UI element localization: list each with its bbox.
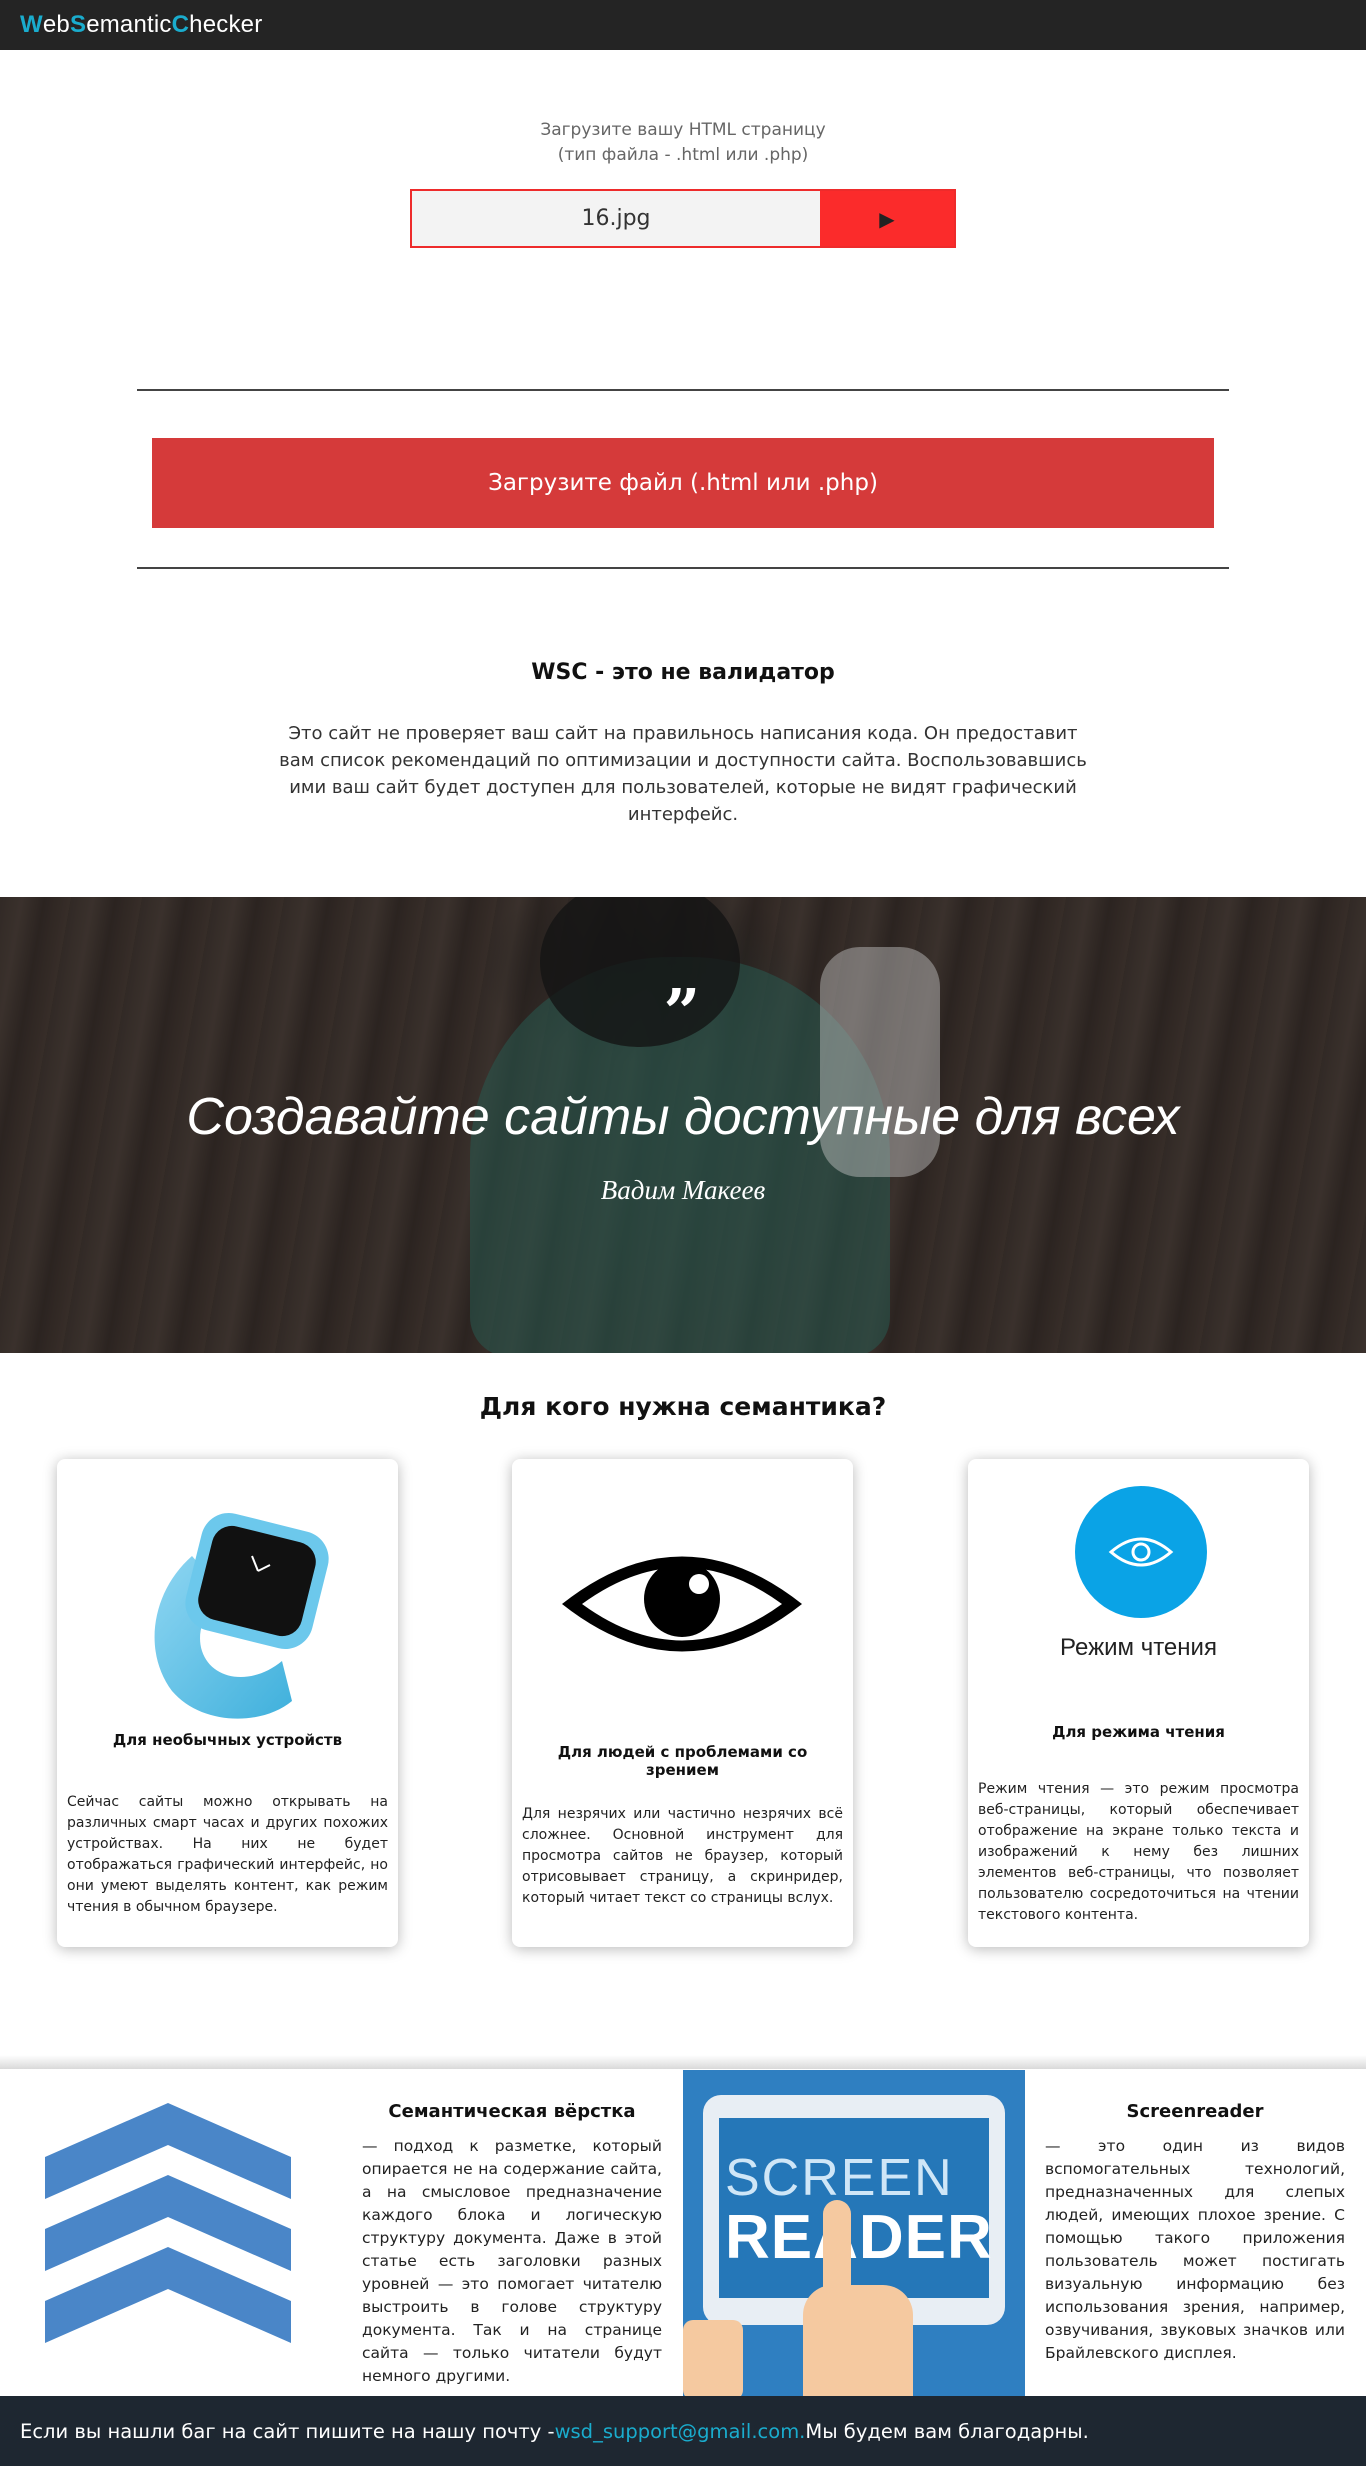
card-vision-title: Для людей с проблемами со зрением (557, 1743, 808, 1779)
logo-text-hecker: hecker (189, 11, 263, 38)
left-hand (683, 2320, 743, 2396)
reading-mode-eye-icon (1075, 1486, 1207, 1618)
quote-mark-icon: „ (664, 939, 702, 1014)
site-logo[interactable]: WebSemanticChecker (20, 10, 262, 40)
upload-hint: Загрузите вашу HTML страницу (тип файла … (0, 118, 1366, 168)
chevrons-icon (45, 2103, 291, 2343)
logo-text-emantic: emantic (86, 11, 172, 38)
quote-banner: „ Создавайте сайты доступные для всех Ва… (0, 897, 1366, 1353)
upload-hint-line2: (тип файла - .html или .php) (557, 145, 809, 165)
card-devices-text: Сейчас сайты можно открывать на различны… (67, 1794, 388, 1915)
screenreader-title: Screenreader (1126, 2101, 1264, 2122)
card-reading-mode-text: Режим чтения — это режим просмотра веб-с… (978, 1781, 1299, 1923)
file-upload-form: 16.jpg ▶ (410, 189, 956, 248)
logo-letter-c: C (171, 11, 190, 38)
footer-email-link[interactable]: wsd_support@gmail.com. (555, 2420, 806, 2443)
card-reading-mode: Режим чтения Для режима чтения Режим чте… (968, 1459, 1309, 1947)
reader-word: READER (725, 2203, 993, 2272)
card-devices: Для необычных устройств Сейчас сайты мож… (57, 1459, 398, 1947)
card-reading-mode-title: Для режима чтения (1052, 1723, 1225, 1741)
site-header: WebSemanticChecker (0, 0, 1366, 50)
who-title: Для кого нужна семантика? (479, 1392, 887, 1421)
screenreader-text: — это один из видов вспомогательных техн… (1045, 2137, 1345, 2362)
card-vision: Для людей с проблемами со зрением Для не… (512, 1459, 853, 1947)
card-vision-text: Для незрячих или частично незрячих всё с… (522, 1806, 843, 1906)
divider-bottom (137, 567, 1229, 569)
logo-text-eb: eb (42, 11, 70, 38)
footer-text-after: Мы будем вам благодарны. (805, 2419, 1089, 2443)
semantic-title: Семантическая вёрстка (388, 2101, 636, 2122)
reading-mode-image-label: Режим чтения (1060, 1634, 1217, 1661)
hand-icon (803, 2285, 913, 2396)
smartwatch-icon (154, 1512, 329, 1719)
upload-hint-line1: Загрузите вашу HTML страницу (540, 120, 826, 140)
semantic-text: — подход к разметке, который опирается н… (362, 2137, 662, 2385)
wsc-title: WSC - это не валидатор (531, 660, 835, 685)
footer-text-before: Если вы нашли баг на сайт пишите на нашу… (20, 2419, 555, 2443)
screen-word: SCREEN (725, 2149, 954, 2207)
logo-letter-w: W (20, 11, 43, 38)
divider-top (137, 389, 1229, 391)
site-footer: Если вы нашли баг на сайт пишите на нашу… (0, 2396, 1366, 2466)
eye-icon (562, 1556, 802, 1652)
logo-letter-s: S (69, 11, 87, 38)
play-icon: ▶ (879, 206, 895, 231)
upload-file-button[interactable]: Загрузите файл (.html или .php) (152, 438, 1214, 528)
quote-text: Создавайте сайты доступные для всех (186, 1088, 1180, 1146)
upload-submit-button[interactable]: ▶ (820, 191, 954, 246)
section-separator (0, 2055, 1366, 2069)
quote-author: Вадим Макеев (600, 1175, 766, 1205)
screenreader-image: SCREEN READER (683, 2070, 1025, 2396)
card-devices-title: Для необычных устройств (112, 1731, 343, 1749)
wsc-description: Это сайт не проверяет ваш сайт на правил… (279, 723, 1087, 825)
file-input[interactable]: 16.jpg (412, 191, 820, 246)
